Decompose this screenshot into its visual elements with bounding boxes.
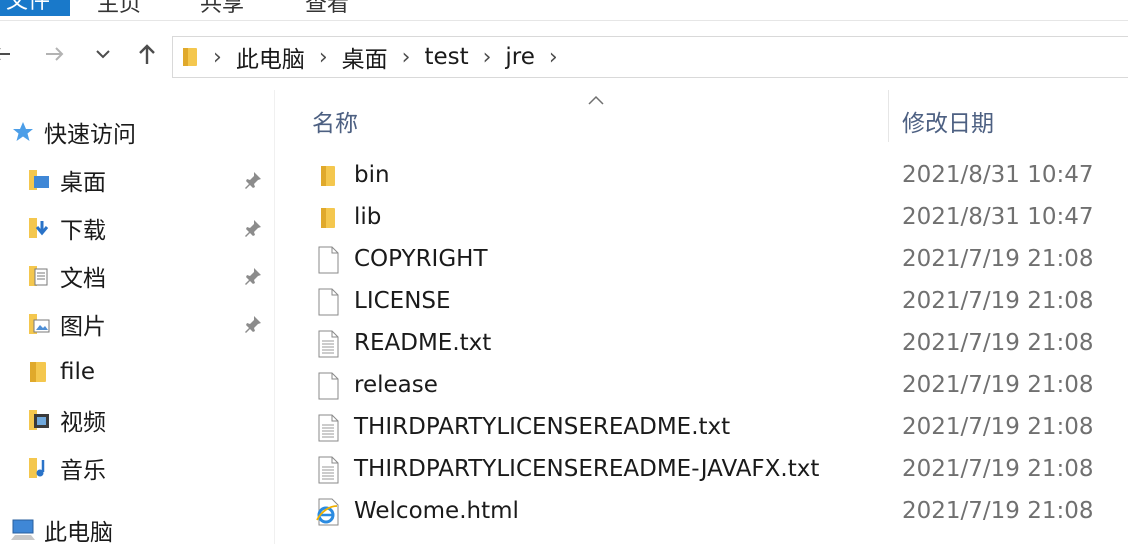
folder-icon	[314, 204, 342, 232]
file-name: THIRDPARTYLICENSEREADME-JAVAFX.txt	[354, 456, 820, 482]
nav-item-music[interactable]: 音乐	[26, 448, 106, 488]
file-date: 2021/7/19 21:08	[902, 498, 1094, 524]
chevron-right-icon[interactable]: ›	[477, 45, 498, 70]
tab-share[interactable]: 共享	[200, 0, 244, 18]
back-button[interactable]	[0, 38, 16, 70]
nav-label: 下载	[60, 218, 106, 244]
file-icon	[314, 246, 342, 274]
column-header-name[interactable]: 名称	[312, 104, 358, 138]
picture-icon	[26, 311, 52, 337]
pin-icon[interactable]	[241, 168, 265, 192]
file-name: COPYRIGHT	[354, 246, 488, 272]
file-date: 2021/8/31 10:47	[902, 162, 1094, 188]
file-row[interactable]: release 2021/7/19 21:08	[278, 365, 1128, 407]
chevron-down-icon	[96, 50, 110, 59]
nav-label: file	[60, 359, 96, 385]
file-name: THIRDPARTYLICENSEREADME.txt	[354, 414, 731, 440]
star-icon	[10, 119, 36, 145]
up-button[interactable]	[132, 38, 162, 70]
file-row[interactable]: THIRDPARTYLICENSEREADME.txt 2021/7/19 21…	[278, 407, 1128, 449]
file-date: 2021/7/19 21:08	[902, 456, 1094, 482]
column-divider[interactable]	[888, 90, 889, 142]
file-row[interactable]: lib 2021/8/31 10:47	[278, 197, 1128, 239]
nav-label: 音乐	[60, 458, 106, 484]
file-name: Welcome.html	[354, 498, 519, 524]
file-row[interactable]: LICENSE 2021/7/19 21:08	[278, 281, 1128, 323]
back-arrow-icon	[0, 48, 10, 60]
nav-item-pictures[interactable]: 图片	[26, 304, 106, 344]
file-name: LICENSE	[354, 288, 451, 314]
chevron-right-icon[interactable]: ›	[543, 45, 564, 70]
nav-item-videos[interactable]: 视频	[26, 400, 106, 440]
folder-icon	[314, 162, 342, 190]
file-list: 名称 修改日期 bin 2021/8/31 10:47 lib 2021/8/3…	[278, 90, 1128, 544]
breadcrumb-test[interactable]: test	[416, 44, 476, 70]
nav-item-downloads[interactable]: 下载	[26, 208, 106, 248]
file-date: 2021/7/19 21:08	[902, 414, 1094, 440]
breadcrumb-jre[interactable]: jre	[497, 44, 543, 70]
desktop-icon	[26, 167, 52, 193]
nav-item-file[interactable]: file	[26, 352, 95, 392]
text-file-icon	[314, 330, 342, 358]
forward-arrow-icon	[46, 47, 64, 61]
tab-home[interactable]: 主页	[97, 0, 141, 18]
file-name: release	[354, 372, 438, 398]
chevron-right-icon[interactable]: ›	[396, 45, 417, 70]
folder-icon	[26, 359, 52, 385]
file-date: 2021/7/19 21:08	[902, 246, 1094, 272]
recent-locations-button[interactable]	[88, 38, 118, 70]
file-date: 2021/7/19 21:08	[902, 372, 1094, 398]
pin-icon[interactable]	[241, 216, 265, 240]
file-row[interactable]: bin 2021/8/31 10:47	[278, 155, 1128, 197]
navigation-pane: 快速访问 桌面 下载 文档 图片 file 视频 音乐 此电脑	[0, 90, 275, 546]
text-file-icon	[314, 414, 342, 442]
file-icon	[314, 288, 342, 316]
file-date: 2021/7/19 21:08	[902, 288, 1094, 314]
file-row[interactable]: README.txt 2021/7/19 21:08	[278, 323, 1128, 365]
column-header-date-modified[interactable]: 修改日期	[902, 104, 994, 138]
video-icon	[26, 407, 52, 433]
nav-label: 文档	[60, 266, 106, 292]
breadcrumb-desktop[interactable]: 桌面	[334, 40, 396, 74]
chevron-right-icon[interactable]: ›	[313, 45, 334, 70]
navigation-bar: › 此电脑 › 桌面 › test › jre ›	[0, 24, 1128, 86]
nav-item-desktop[interactable]: 桌面	[26, 160, 106, 200]
tab-file[interactable]: 文件	[0, 0, 70, 16]
file-icon	[314, 372, 342, 400]
text-file-icon	[314, 456, 342, 484]
pin-icon[interactable]	[241, 312, 265, 336]
up-arrow-icon	[139, 44, 155, 64]
folder-icon	[181, 46, 207, 68]
nav-item-documents[interactable]: 文档	[26, 256, 106, 296]
nav-label: 此电脑	[44, 520, 113, 546]
ie-html-icon	[314, 498, 342, 526]
pin-icon[interactable]	[241, 264, 265, 288]
tab-view[interactable]: 查看	[305, 0, 349, 18]
address-bar[interactable]: › 此电脑 › 桌面 › test › jre ›	[172, 36, 1128, 78]
document-icon	[26, 263, 52, 289]
file-name: bin	[354, 162, 390, 188]
file-row[interactable]: THIRDPARTYLICENSEREADME-JAVAFX.txt 2021/…	[278, 449, 1128, 491]
file-row[interactable]: Welcome.html 2021/7/19 21:08	[278, 491, 1128, 533]
nav-this-pc[interactable]: 此电脑	[10, 510, 113, 550]
file-row[interactable]: COPYRIGHT 2021/7/19 21:08	[278, 239, 1128, 281]
computer-icon	[10, 517, 36, 543]
file-name: README.txt	[354, 330, 492, 356]
file-date: 2021/8/31 10:47	[902, 204, 1094, 230]
nav-label: 视频	[60, 410, 106, 436]
forward-button[interactable]	[40, 38, 70, 70]
nav-label: 快速访问	[44, 122, 136, 148]
ribbon: 文件 主页 共享 查看	[0, 0, 1128, 21]
download-icon	[26, 215, 52, 241]
file-date: 2021/7/19 21:08	[902, 330, 1094, 356]
chevron-right-icon[interactable]: ›	[207, 45, 228, 70]
file-name: lib	[354, 204, 382, 230]
nav-label: 图片	[60, 314, 106, 340]
nav-label: 桌面	[60, 170, 106, 196]
sort-ascending-icon	[588, 90, 604, 109]
breadcrumb-this-pc[interactable]: 此电脑	[228, 40, 313, 74]
nav-quick-access[interactable]: 快速访问	[10, 112, 136, 152]
music-icon	[26, 455, 52, 481]
